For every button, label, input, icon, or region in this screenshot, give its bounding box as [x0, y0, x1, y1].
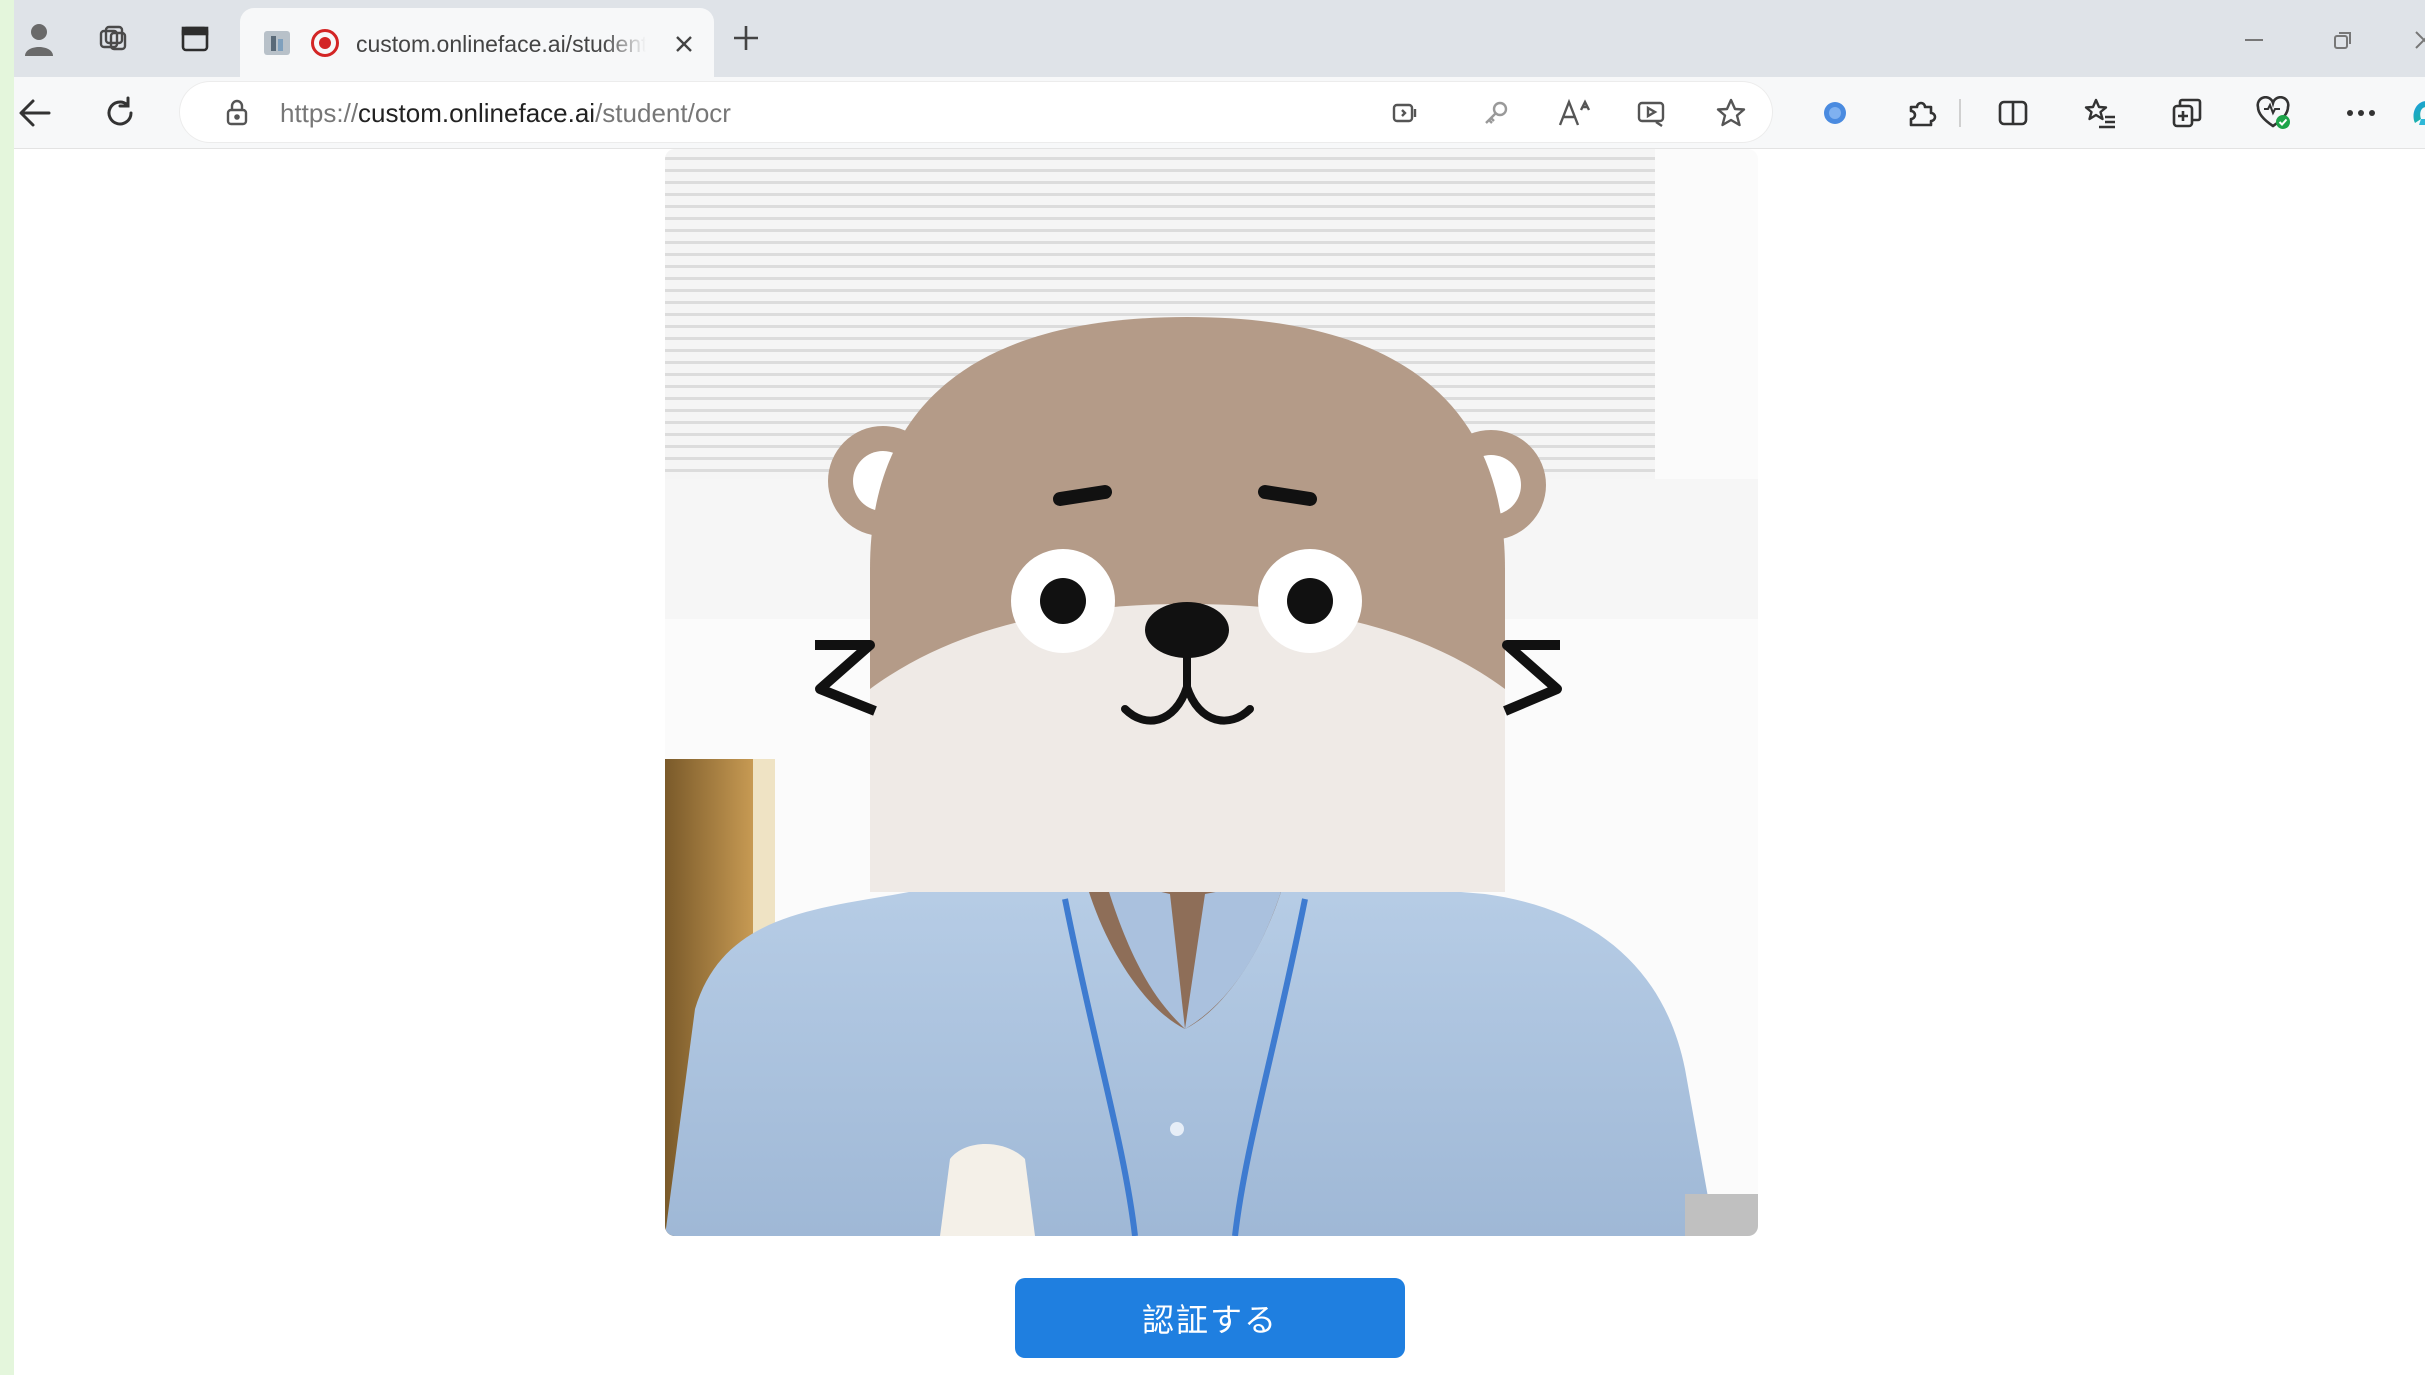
address-bar[interactable]: https://custom.onlineface.ai/student/ocr [180, 82, 1772, 142]
browser-toolbar: https://custom.onlineface.ai/student/ocr [14, 77, 2425, 149]
read-aloud-icon[interactable] [1556, 94, 1594, 132]
copilot-icon[interactable] [2404, 92, 2425, 134]
page-content: 認証する [14, 149, 2425, 1375]
tab-actions-icon[interactable] [176, 20, 214, 58]
media-icon[interactable] [1633, 94, 1671, 132]
new-tab-icon[interactable] [726, 18, 766, 58]
profile-icon[interactable] [20, 20, 58, 58]
close-tab-icon[interactable] [667, 27, 701, 61]
close-window-icon[interactable] [2404, 20, 2425, 60]
otter-avatar-overlay [665, 149, 1758, 1236]
restore-icon[interactable] [2323, 20, 2363, 60]
verify-button[interactable]: 認証する [1015, 1278, 1405, 1358]
record-icon [311, 29, 339, 57]
favorite-star-icon[interactable] [1712, 94, 1750, 132]
favorites-icon[interactable] [2079, 92, 2121, 134]
key-icon[interactable] [1477, 94, 1515, 132]
url-text[interactable]: https://custom.onlineface.ai/student/ocr [280, 96, 731, 130]
back-arrow-icon[interactable] [14, 92, 56, 134]
url-path: /student/ocr [595, 98, 731, 128]
active-tab[interactable]: custom.onlineface.ai/student/ocr [240, 8, 714, 77]
lock-icon[interactable] [222, 97, 252, 127]
more-icon[interactable] [2340, 92, 2382, 134]
app-available-icon[interactable] [1386, 94, 1424, 132]
collections-icon[interactable] [2166, 92, 2208, 134]
browser-essentials-icon[interactable] [2253, 92, 2295, 134]
refresh-icon[interactable] [99, 92, 141, 134]
camera-preview [665, 149, 1758, 1236]
extension-dot-icon[interactable] [1814, 92, 1856, 134]
minimize-icon[interactable] [2234, 20, 2274, 60]
otter-face [815, 317, 1562, 892]
extensions-icon[interactable] [1900, 92, 1942, 134]
tab-title: custom.onlineface.ai/student/ocr [356, 31, 646, 57]
split-screen-icon[interactable] [1992, 92, 2034, 134]
toolbar-separator [1959, 99, 1961, 127]
url-host: custom.onlineface.ai [358, 98, 596, 128]
tab-strip: custom.onlineface.ai/student/ocr [14, 0, 2425, 77]
workspaces-icon[interactable] [94, 20, 132, 58]
onlineface-favicon [262, 28, 292, 58]
browser-window: custom.onlineface.ai/student/ocr [14, 0, 2425, 1375]
url-protocol: https:// [280, 98, 359, 128]
